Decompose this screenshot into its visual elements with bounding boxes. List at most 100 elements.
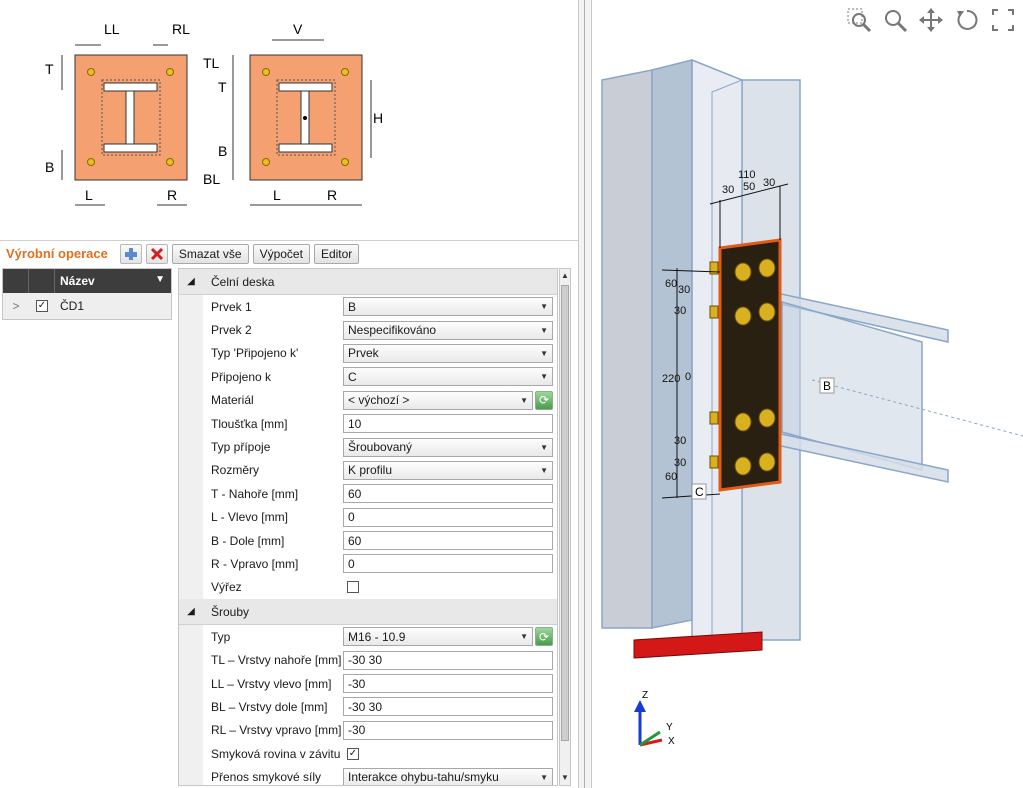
prop-row: Prvek 2 Nespecifikováno ▼ — [179, 318, 557, 342]
add-operation-button[interactable] — [119, 243, 142, 264]
list-header-name[interactable]: Název — [60, 274, 95, 288]
zoom-icon[interactable] — [881, 6, 909, 34]
prop-dropdown[interactable]: B ▼ — [343, 297, 553, 317]
diagram-left: LL RL T B L R — [45, 21, 190, 206]
prop-label: RL – Vrstvy vpravo [mm] — [211, 723, 342, 738]
axis-label-x: X — [668, 736, 675, 747]
properties-scrollbar[interactable]: ▲ ▼ — [559, 268, 571, 786]
prop-dropdown[interactable]: C ▼ — [343, 367, 553, 387]
diagram-label-h: H — [373, 110, 383, 126]
prop-label: LL – Vrstvy vlevo [mm] — [211, 676, 332, 691]
filter-icon[interactable]: ▼ — [155, 274, 165, 288]
editor-button[interactable]: Editor — [313, 243, 360, 264]
prop-row: Typ 'Připojeno k' Prvek ▼ — [179, 341, 557, 366]
prop-row: Přenos smykové síly Interakce ohybu-tahu/… — [179, 765, 557, 785]
prop-dropdown[interactable]: K profilu ▼ — [343, 460, 553, 480]
section-end-plate[interactable]: ◢ Čelní deska — [179, 269, 557, 295]
list-item[interactable]: > ✓ ČD1 — [3, 293, 171, 319]
prop-dropdown[interactable]: Nespecifikováno ▼ — [343, 320, 553, 340]
chevron-down-icon: ▼ — [520, 632, 528, 642]
expand-icon[interactable]: > — [3, 299, 29, 313]
column-flange-back — [601, 69, 653, 629]
prop-input[interactable]: 0 — [343, 507, 553, 527]
prop-dropdown[interactable]: Prvek ▼ — [343, 343, 553, 363]
prop-row: R - Vpravo [mm] 0 — [179, 552, 557, 576]
prop-dropdown[interactable]: Interakce ohybu-tahu/smyku ▼ — [343, 767, 553, 785]
section-title: Čelní deska — [211, 274, 275, 289]
refresh-icon[interactable]: ⟳ — [535, 627, 553, 647]
prop-row: TL – Vrstvy nahoře [mm] -30 30 — [179, 648, 557, 672]
refresh-icon[interactable]: ⟳ — [535, 390, 553, 410]
scroll-thumb[interactable] — [561, 285, 569, 741]
diagram-label-rl: RL — [172, 21, 190, 37]
prop-label: Připojeno k — [211, 369, 272, 384]
prop-row: Výřez — [179, 575, 557, 600]
prop-row: RL – Vrstvy vpravo [mm] -30 — [179, 718, 557, 743]
prop-label: Typ 'Připojeno k' — [211, 346, 299, 361]
prop-dropdown[interactable]: Šroubovaný ▼ — [343, 437, 553, 457]
zoom-window-icon[interactable] — [845, 6, 873, 34]
operations-list: Název ▼ > ✓ ČD1 — [2, 268, 172, 320]
prop-row: L - Vlevo [mm] 0 — [179, 505, 557, 529]
chevron-down-icon: ▼ — [540, 302, 548, 312]
scroll-down-icon[interactable]: ▼ — [560, 771, 570, 785]
chevron-down-icon: ▼ — [540, 325, 548, 335]
axis-label-y: Y — [666, 722, 673, 733]
diagram-label-v: V — [293, 21, 303, 37]
prop-input[interactable]: -30 30 — [343, 650, 553, 670]
prop-label: Tloušťka [mm] — [211, 416, 288, 431]
column-web — [651, 59, 693, 629]
pane-splitter[interactable] — [578, 0, 592, 788]
dim-label: 30 — [674, 435, 686, 447]
delete-all-button[interactable]: Smazat vše — [171, 243, 249, 264]
prop-label: Typ přípoje — [211, 440, 271, 455]
calculate-button[interactable]: Výpočet — [252, 243, 310, 264]
dim-label: 60 — [665, 278, 677, 290]
prop-input[interactable]: 60 — [343, 531, 553, 551]
dim-label: 0 — [685, 371, 691, 383]
collapse-icon[interactable]: ◢ — [179, 606, 203, 617]
item-checkbox[interactable]: ✓ — [36, 300, 48, 312]
shear-plane-checkbox[interactable]: ✓ — [347, 747, 359, 760]
diagram-right: V TL T B BL H L R — [203, 21, 383, 206]
axis-triad: Z Y X — [634, 690, 675, 747]
prop-input[interactable]: 10 — [343, 414, 553, 434]
prop-row: Typ přípoje Šroubovaný ▼ — [179, 435, 557, 459]
prop-row: Prvek 1 B ▼ — [179, 295, 557, 319]
prop-input[interactable]: 0 — [343, 554, 553, 574]
prop-row: B - Dole [mm] 60 — [179, 528, 557, 553]
member-label-c: C — [695, 485, 704, 499]
section-bolts[interactable]: ◢ Šrouby — [179, 599, 557, 626]
3d-viewport[interactable]: 110 30 50 30 60 30 30 220 0 30 30 60 B C… — [592, 0, 1023, 788]
delete-operation-button[interactable] — [145, 243, 168, 264]
chevron-down-icon: ▼ — [520, 395, 528, 405]
material-dropdown[interactable]: < výchozí > ▼ — [343, 390, 533, 410]
base-plate — [633, 631, 763, 659]
bolt-type-dropdown[interactable]: M16 - 10.9 ▼ — [343, 627, 533, 647]
prop-input[interactable]: -30 — [343, 674, 553, 694]
cutout-checkbox[interactable] — [347, 581, 359, 594]
scroll-up-icon[interactable]: ▲ — [560, 269, 570, 283]
rotate-icon[interactable] — [953, 6, 981, 34]
member-label-b: B — [823, 379, 831, 393]
prop-label: Prvek 2 — [211, 323, 252, 338]
dim-label: 30 — [722, 184, 734, 196]
prop-label: Rozměry — [211, 463, 260, 478]
prop-input[interactable]: -30 — [343, 720, 553, 740]
prop-input[interactable]: -30 30 — [343, 697, 553, 717]
prop-label: Prvek 1 — [211, 299, 252, 314]
chevron-down-icon: ▼ — [540, 772, 548, 782]
diagram-label-r: R — [167, 187, 177, 203]
diagram-label-l2: L — [273, 187, 281, 203]
view-toolbar — [845, 6, 1017, 34]
collapse-icon[interactable]: ◢ — [179, 276, 203, 287]
prop-row: BL – Vrstvy dole [mm] -30 30 — [179, 695, 557, 719]
pan-icon[interactable] — [917, 6, 945, 34]
prop-input[interactable]: 60 — [343, 484, 553, 504]
prop-row: Typ M16 - 10.9 ▼ ⟳ — [179, 625, 557, 649]
prop-row: Smyková rovina v závitu ✓ — [179, 742, 557, 766]
chevron-down-icon: ▼ — [540, 465, 548, 475]
zoom-extents-icon[interactable] — [989, 6, 1017, 34]
dim-label: 60 — [665, 471, 677, 483]
dim-label: 30 — [674, 457, 686, 469]
